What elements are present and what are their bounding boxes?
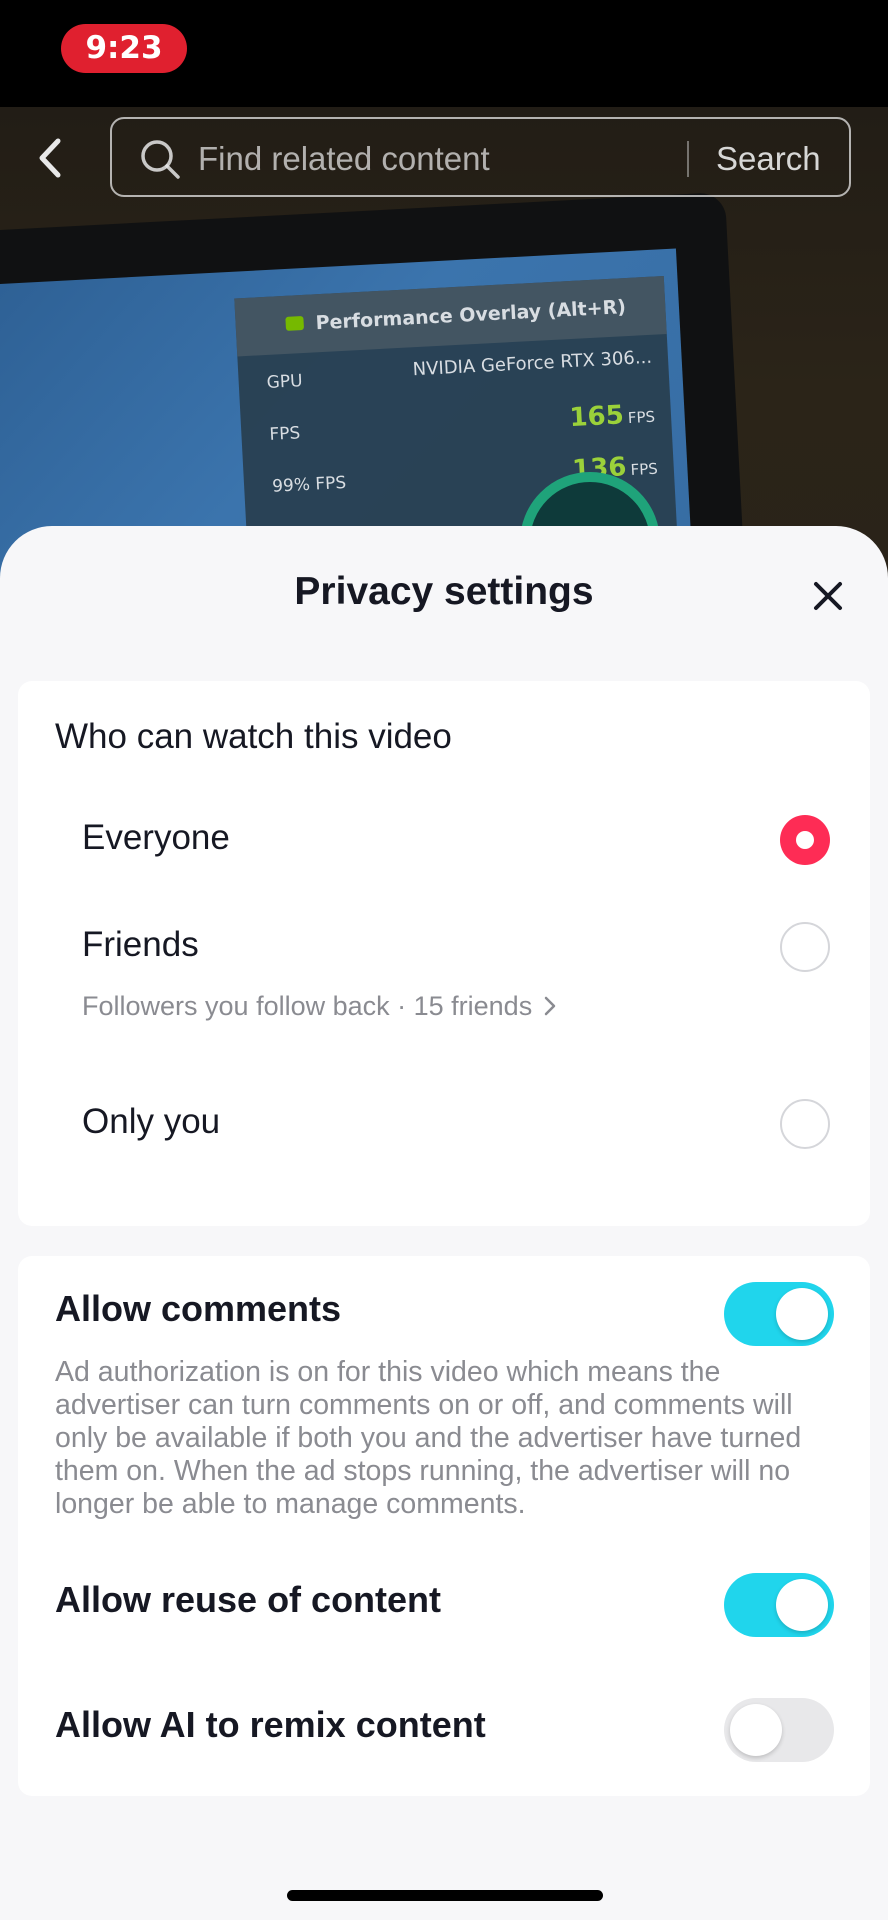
overlay-label: 99% FPS xyxy=(271,472,347,497)
search-input[interactable]: Find related content xyxy=(198,140,490,178)
option-everyone[interactable]: Everyone xyxy=(82,818,230,858)
close-icon xyxy=(814,582,842,610)
allow-ai-remix-label: Allow AI to remix content xyxy=(55,1704,486,1745)
option-friends[interactable]: Friends xyxy=(82,925,199,965)
option-only-you[interactable]: Only you xyxy=(82,1102,220,1142)
close-button[interactable] xyxy=(808,576,848,616)
friends-subtitle-link[interactable]: Followers you follow back · 15 friends xyxy=(82,991,558,1022)
overlay-number: 165 xyxy=(568,400,625,434)
radio-only-you[interactable] xyxy=(780,1099,830,1149)
allow-comments-label: Allow comments xyxy=(55,1288,342,1329)
allow-reuse-label: Allow reuse of content xyxy=(55,1579,442,1620)
privacy-settings-sheet: Privacy settings Who can watch this vide… xyxy=(0,526,888,1920)
back-button[interactable] xyxy=(30,133,70,183)
overlay-unit: FPS xyxy=(630,459,659,480)
status-bar: 9:23 xyxy=(0,0,888,107)
home-indicator xyxy=(287,1890,603,1901)
radio-everyone[interactable] xyxy=(780,815,830,865)
overlay-unit: FPS xyxy=(627,407,656,428)
overlay-label: GPU xyxy=(266,371,304,393)
status-time: 9:23 xyxy=(61,24,187,73)
allow-reuse-toggle[interactable] xyxy=(724,1573,834,1637)
search-bar[interactable]: Find related content Search xyxy=(110,117,851,197)
radio-friends[interactable] xyxy=(780,922,830,972)
sheet-title: Privacy settings xyxy=(294,570,594,613)
visibility-heading: Who can watch this video xyxy=(55,717,452,756)
search-divider xyxy=(687,141,689,177)
toggle-knob xyxy=(776,1288,828,1340)
toggle-knob xyxy=(730,1704,782,1756)
visibility-card: Who can watch this video Everyone Friend… xyxy=(18,681,870,1226)
overlay-value: 165 FPS xyxy=(569,399,656,433)
allow-comments-description: Ad authorization is on for this video wh… xyxy=(55,1356,802,1520)
toggle-knob xyxy=(776,1579,828,1631)
search-button[interactable]: Search xyxy=(716,140,821,178)
overlay-value: NVIDIA GeForce RTX 306... xyxy=(412,346,653,381)
allow-comments-toggle[interactable] xyxy=(724,1282,834,1346)
chevron-left-icon xyxy=(39,138,61,178)
permissions-card: Allow comments Ad authorization is on fo… xyxy=(18,1256,870,1796)
friends-subtitle: Followers you follow back · 15 friends xyxy=(82,991,533,1021)
chevron-right-icon xyxy=(544,996,555,1016)
overlay-label: FPS xyxy=(268,423,301,445)
search-icon xyxy=(141,140,180,179)
allow-ai-remix-toggle[interactable] xyxy=(724,1698,834,1762)
